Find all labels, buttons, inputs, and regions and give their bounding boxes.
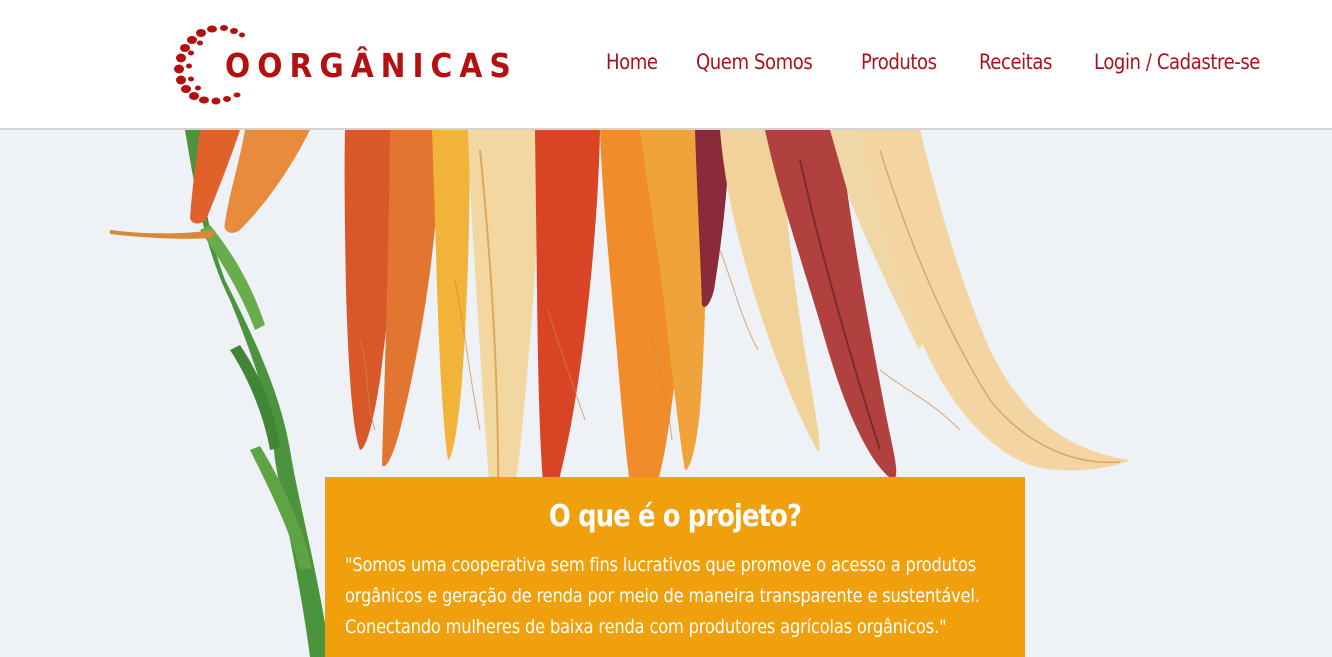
logo-link[interactable]: OORGÂNICAS (172, 22, 511, 108)
nav-item-login[interactable]: Login / Cadastre-se (1094, 50, 1260, 74)
nav-item-receitas[interactable]: Receitas (979, 50, 1052, 74)
nav-item-quem-somos[interactable]: Quem Somos (696, 50, 813, 74)
nav-item-produtos[interactable]: Produtos (861, 50, 937, 74)
nav-item-home[interactable]: Home (606, 50, 658, 74)
about-card: O que é o projeto? "Somos uma cooperativ… (325, 477, 1025, 657)
about-text: "Somos uma cooperativa sem fins lucrativ… (345, 554, 980, 638)
about-title: O que é o projeto? (548, 499, 802, 534)
main-nav: Home Quem Somos Produtos Receitas Login … (606, 50, 1287, 74)
site-header: OORGÂNICAS Home Quem Somos Produtos Rece… (0, 0, 1332, 130)
logo-text: OORGÂNICAS (225, 46, 518, 85)
